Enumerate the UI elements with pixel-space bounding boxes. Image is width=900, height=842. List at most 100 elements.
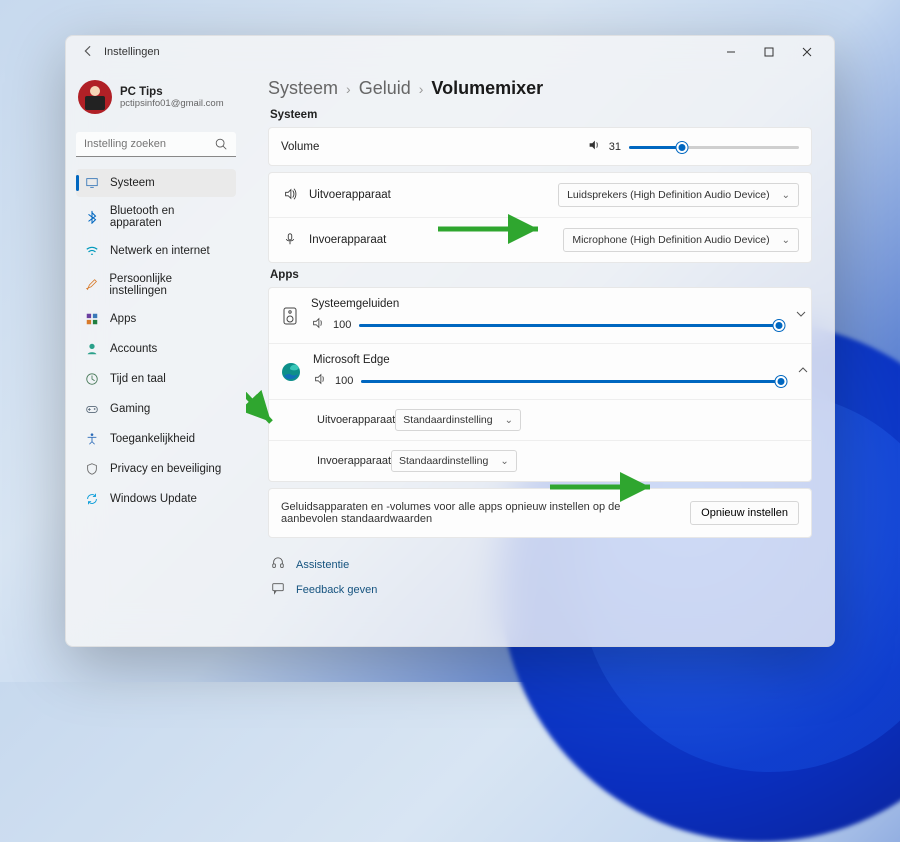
- profile-block[interactable]: PC Tips pctipsinfo01@gmail.com: [76, 74, 236, 126]
- edge-input-row: Invoerapparaat Standaardinstelling ⌄: [269, 440, 811, 481]
- dropdown-value: Microphone (High Definition Audio Device…: [572, 234, 769, 246]
- expand-button[interactable]: [791, 308, 811, 323]
- sidebar-item-label: Bluetooth en apparaten: [110, 205, 228, 229]
- breadcrumb-level2[interactable]: Geluid: [359, 78, 411, 99]
- sidebar-item-label: Accounts: [110, 343, 157, 355]
- sidebar-item-privacy[interactable]: Privacy en beveiliging: [76, 455, 236, 483]
- dropdown-value: Luidsprekers (High Definition Audio Devi…: [567, 189, 770, 201]
- chevron-down-icon: ⌄: [782, 190, 790, 201]
- breadcrumb: Systeem › Geluid › Volumemixer: [268, 78, 812, 99]
- minimize-button[interactable]: [712, 38, 750, 66]
- breadcrumb-level1[interactable]: Systeem: [268, 78, 338, 99]
- bluetooth-icon: [84, 209, 100, 225]
- sidebar-item-label: Gaming: [110, 403, 150, 415]
- collapse-button[interactable]: [793, 364, 813, 379]
- speaker-icon[interactable]: [313, 372, 327, 389]
- clock-icon: [84, 371, 100, 387]
- sidebar-item-accounts[interactable]: Accounts: [76, 335, 236, 363]
- dropdown-value: Standaardinstelling: [403, 414, 492, 426]
- display-icon: [84, 175, 100, 191]
- edge-output-label: Uitvoerapparaat: [317, 414, 395, 426]
- system-volume-card: Volume 31: [268, 127, 812, 166]
- close-button[interactable]: [788, 38, 826, 66]
- sidebar-item-label: Windows Update: [110, 493, 197, 505]
- search-input[interactable]: [76, 132, 236, 157]
- chevron-right-icon: ›: [419, 81, 424, 97]
- apps-icon: [84, 311, 100, 327]
- edge-output-dropdown[interactable]: Standaardinstelling ⌄: [395, 409, 521, 431]
- sidebar-item-label: Tijd en taal: [110, 373, 166, 385]
- sidebar-item-bluetooth[interactable]: Bluetooth en apparaten: [76, 199, 236, 235]
- volume-slider[interactable]: [629, 140, 799, 154]
- wifi-icon: [84, 243, 100, 259]
- sidebar-item-label: Systeem: [110, 177, 155, 189]
- input-device-dropdown[interactable]: Microphone (High Definition Audio Device…: [563, 228, 799, 252]
- maximize-button[interactable]: [750, 38, 788, 66]
- minimize-icon: [726, 47, 736, 57]
- accessibility-icon: [84, 431, 100, 447]
- sidebar-item-label: Persoonlijke instellingen: [109, 273, 228, 297]
- volume-value: 31: [609, 141, 621, 153]
- help-link-label: Assistentie: [296, 559, 349, 571]
- sidebar-item-accessibility[interactable]: Toegankelijkheid: [76, 425, 236, 453]
- help-assist-link[interactable]: Assistentie: [268, 552, 812, 577]
- sidebar-item-label: Apps: [110, 313, 136, 325]
- app-edge: Microsoft Edge 100: [269, 343, 811, 399]
- main-panel: Systeem › Geluid › Volumemixer Systeem V…: [246, 68, 834, 646]
- settings-window: Instellingen PC Tips pctipsinfo01@gmail.…: [65, 35, 835, 647]
- app-system-sounds: Systeemgeluiden 100: [269, 288, 811, 343]
- sidebar: PC Tips pctipsinfo01@gmail.com Systeem B…: [66, 68, 246, 646]
- search-icon: [214, 137, 228, 154]
- window-title: Instellingen: [104, 46, 160, 58]
- system-devices-card: Uitvoerapparaat Luidsprekers (High Defin…: [268, 172, 812, 263]
- reset-card: Geluidsapparaten en -volumes voor alle a…: [268, 488, 812, 538]
- speaker-icon[interactable]: [587, 138, 601, 155]
- sidebar-item-time[interactable]: Tijd en taal: [76, 365, 236, 393]
- sidebar-item-network[interactable]: Netwerk en internet: [76, 237, 236, 265]
- chevron-down-icon: [795, 308, 807, 320]
- edge-input-label: Invoerapparaat: [317, 455, 391, 467]
- sidebar-item-label: Toegankelijkheid: [110, 433, 195, 445]
- speaker-icon[interactable]: [311, 316, 325, 333]
- profile-email: pctipsinfo01@gmail.com: [120, 98, 224, 109]
- app-name: Systeemgeluiden: [311, 298, 779, 310]
- section-apps-label: Apps: [270, 269, 812, 281]
- app-volume-value: 100: [333, 319, 351, 331]
- back-button[interactable]: [74, 44, 102, 61]
- volume-label: Volume: [281, 141, 319, 153]
- search-box: [76, 132, 236, 157]
- input-device-label: Invoerapparaat: [309, 234, 386, 246]
- chevron-down-icon: ⌄: [500, 456, 508, 467]
- chevron-up-icon: [797, 364, 809, 376]
- game-icon: [84, 401, 100, 417]
- profile-name: PC Tips: [120, 86, 224, 98]
- titlebar: Instellingen: [66, 36, 834, 68]
- speaker-output-icon: [281, 187, 299, 204]
- arrow-left-icon: [81, 44, 95, 58]
- app-volume-value: 100: [335, 375, 353, 387]
- chevron-right-icon: ›: [346, 81, 351, 97]
- sidebar-item-apps[interactable]: Apps: [76, 305, 236, 333]
- avatar: [78, 80, 112, 114]
- apps-card: Systeemgeluiden 100: [268, 287, 812, 482]
- system-sounds-icon: [281, 306, 299, 326]
- update-icon: [84, 491, 100, 507]
- app-volume-slider[interactable]: [361, 374, 781, 388]
- sidebar-item-gaming[interactable]: Gaming: [76, 395, 236, 423]
- chevron-down-icon: ⌄: [505, 415, 513, 426]
- edge-input-dropdown[interactable]: Standaardinstelling ⌄: [391, 450, 517, 472]
- app-name: Microsoft Edge: [313, 354, 781, 366]
- dropdown-value: Standaardinstelling: [399, 455, 488, 467]
- page-title: Volumemixer: [431, 78, 543, 99]
- reset-button[interactable]: Opnieuw instellen: [690, 501, 799, 525]
- edge-icon: [281, 362, 301, 382]
- help-feedback-link[interactable]: Feedback geven: [268, 577, 812, 602]
- app-volume-slider[interactable]: [359, 318, 779, 332]
- sidebar-item-personalisation[interactable]: Persoonlijke instellingen: [76, 267, 236, 303]
- output-device-label: Uitvoerapparaat: [309, 189, 391, 201]
- help-link-label: Feedback geven: [296, 584, 377, 596]
- sidebar-item-systeem[interactable]: Systeem: [76, 169, 236, 197]
- sidebar-item-update[interactable]: Windows Update: [76, 485, 236, 513]
- output-device-dropdown[interactable]: Luidsprekers (High Definition Audio Devi…: [558, 183, 799, 207]
- microphone-icon: [281, 232, 299, 249]
